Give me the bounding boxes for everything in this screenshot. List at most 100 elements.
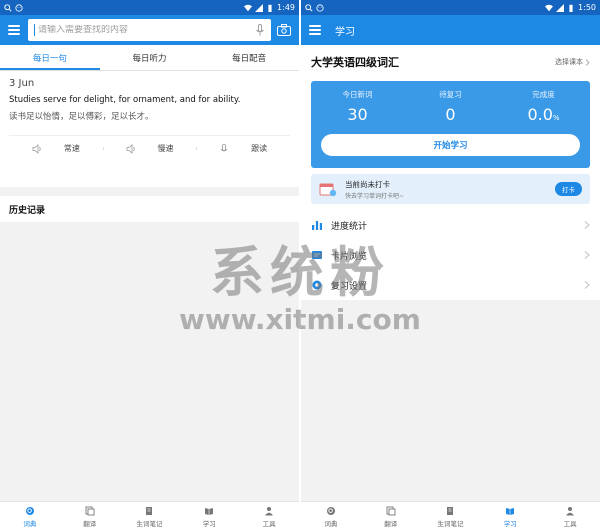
search-appbar [0, 15, 299, 45]
history-header: 历史记录 [0, 196, 299, 222]
calendar-icon [319, 183, 337, 197]
bottom-navigation: 词典 翻译 生词笔记 学习 工具 [301, 501, 600, 531]
speaker-icon [32, 143, 41, 154]
nav-translate[interactable]: 翻译 [361, 502, 421, 531]
checkin-banner[interactable]: 当前尚未打卡 快去学习单词打卡吧~ 打卡 [311, 174, 590, 204]
tab-daily-dubbing[interactable]: 每日配音 [199, 45, 299, 70]
nav-study[interactable]: 学习 [179, 502, 239, 531]
menu-label: 卡片浏览 [331, 251, 368, 262]
speaker-icon [126, 143, 135, 154]
gear-icon [312, 280, 322, 290]
checkin-subtitle: 快去学习单词打卡吧~ [345, 192, 405, 200]
checkin-button[interactable]: 打卡 [555, 182, 582, 196]
user-icon [265, 506, 274, 515]
chevron-right-icon [585, 58, 590, 66]
menu-icon[interactable] [8, 25, 20, 35]
nav-translate-label: 翻译 [384, 519, 398, 528]
stat-value: 0.0% [527, 105, 560, 124]
menu-card-browse[interactable]: 卡片浏览 [301, 240, 600, 270]
status-bar: 1:49 [0, 0, 299, 15]
microphone-icon [220, 143, 228, 151]
stat-label: 待复习 [439, 90, 462, 99]
dictionary-icon [25, 506, 34, 515]
status-time: 1:50 [578, 3, 596, 12]
checkin-title: 当前尚未打卡 [345, 179, 390, 189]
start-study-button[interactable]: 开始学习 [321, 134, 580, 156]
nav-vocab-notes[interactable]: 生词笔记 [120, 502, 180, 531]
menu-review-settings[interactable]: 复习设置 [301, 270, 600, 300]
nav-study-label: 学习 [202, 519, 216, 528]
tab-daily-sentence[interactable]: 每日一句 [0, 45, 100, 70]
stat-to-review: 待复习 0 [404, 89, 497, 124]
nav-study-label: 学习 [503, 519, 517, 528]
tab-daily-listening[interactable]: 每日听力 [100, 45, 200, 70]
battery-icon [268, 4, 272, 12]
dictionary-icon [326, 506, 335, 515]
face-status-icon [15, 3, 23, 12]
study-screen: 1:50 学习 大学英语四级词汇 选择课本 今日新词 30 待复习 0 完成度 … [301, 0, 600, 531]
stat-label: 完成度 [532, 90, 555, 99]
stat-completion: 完成度 0.0% [497, 89, 590, 124]
notebook-icon [447, 506, 454, 515]
camera-icon[interactable] [277, 24, 291, 36]
nav-dictionary[interactable]: 词典 [301, 502, 361, 531]
nav-tools[interactable]: 工具 [540, 502, 600, 531]
playback-actions: 常速 慢速 跟读 [9, 135, 290, 161]
wifi-icon [545, 4, 554, 11]
user-icon [566, 506, 575, 515]
microphone-icon[interactable] [255, 24, 265, 36]
select-book-link[interactable]: 选择课本 [555, 57, 590, 67]
book-title: 大学英语四级词汇 [311, 56, 399, 69]
menu-icon[interactable] [309, 25, 321, 35]
repeat-after-button[interactable]: 跟读 [196, 143, 290, 154]
stat-new-words: 今日新词 30 [311, 89, 404, 124]
status-time: 1:49 [277, 3, 295, 12]
bottom-navigation: 词典 翻译 生词笔记 学习 工具 [0, 501, 299, 531]
search-input[interactable] [38, 25, 255, 35]
nav-tools-label: 工具 [563, 519, 577, 528]
stats-wrapper: 今日新词 30 待复习 0 完成度 0.0% 开始学习 [301, 79, 600, 174]
bar-chart-icon [312, 221, 322, 230]
face-status-icon [316, 3, 324, 12]
sentence-chinese: 读书足以怡情，足以傅彩，足以长才。 [9, 112, 154, 122]
slow-speed-button[interactable]: 慢速 [102, 143, 197, 154]
study-menu: 进度统计 卡片浏览 复习设置 [301, 210, 600, 300]
slow-speed-label: 慢速 [157, 144, 174, 153]
battery-icon [569, 4, 573, 12]
select-book-label: 选择课本 [555, 58, 583, 66]
normal-speed-label: 常速 [63, 144, 80, 153]
daily-tabs: 每日一句 每日听力 每日配音 [0, 45, 299, 71]
wifi-icon [244, 4, 253, 11]
current-book-row: 大学英语四级词汇 选择课本 [301, 45, 600, 79]
normal-speed-button[interactable]: 常速 [9, 143, 103, 154]
menu-label: 复习设置 [331, 281, 368, 292]
nav-vocab-notes[interactable]: 生词笔记 [421, 502, 481, 531]
signal-icon [556, 3, 565, 12]
notebook-icon [146, 506, 153, 515]
nav-tools[interactable]: 工具 [239, 502, 299, 531]
book-icon [205, 507, 214, 515]
chevron-right-icon [584, 251, 590, 259]
text-cursor [34, 24, 35, 36]
chevron-right-icon [584, 221, 590, 229]
book-icon [506, 507, 515, 515]
nav-tools-label: 工具 [262, 519, 276, 528]
nav-dictionary[interactable]: 词典 [0, 502, 60, 531]
nav-dictionary-label: 词典 [23, 519, 37, 528]
study-appbar: 学习 [301, 15, 600, 45]
dictionary-screen: 1:49 每日一句 每日听力 每日配音 3 Jun Studies serve … [0, 0, 299, 531]
nav-vocab-notes-label: 生词笔记 [437, 519, 464, 528]
nav-translate-label: 翻译 [83, 519, 97, 528]
nav-dictionary-label: 词典 [324, 519, 338, 528]
translate-icon [386, 506, 396, 515]
daily-sentence-card[interactable]: 3 Jun Studies serve for delight, for orn… [0, 71, 299, 187]
nav-study[interactable]: 学习 [480, 502, 540, 531]
stat-value: 30 [347, 105, 368, 124]
search-box[interactable] [28, 19, 271, 41]
signal-icon [255, 3, 264, 12]
stats-card: 今日新词 30 待复习 0 完成度 0.0% 开始学习 [311, 81, 590, 168]
menu-progress-stats[interactable]: 进度统计 [301, 210, 600, 240]
status-bar: 1:50 [301, 0, 600, 15]
translate-icon [85, 506, 95, 515]
nav-translate[interactable]: 翻译 [60, 502, 120, 531]
